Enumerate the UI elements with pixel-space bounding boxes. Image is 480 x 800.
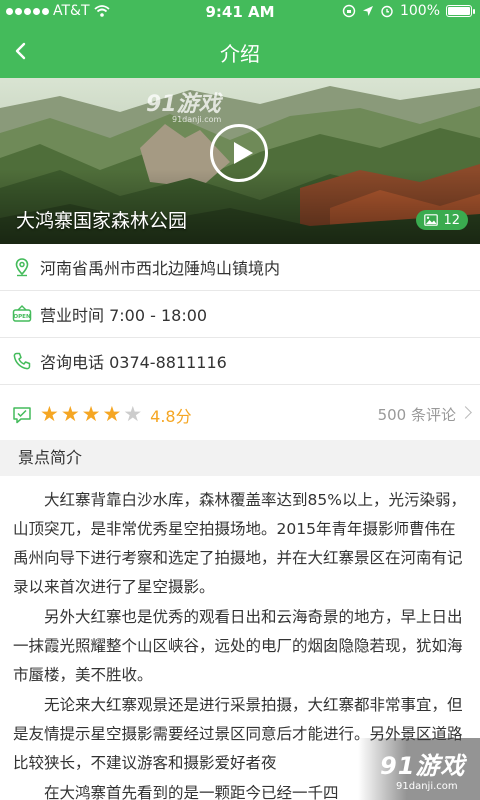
comment-icon [13,406,31,423]
star-icon: ★ [81,402,101,426]
location-pin-icon [15,258,29,277]
phone-icon [13,352,31,370]
hero-banner[interactable]: 91游戏 91danji.com 大鸿寨国家森林公园 12 [0,78,480,244]
play-video-button[interactable] [210,124,268,182]
phone-text: 咨询电话 0374-8811116 [40,353,227,372]
open-sign-icon: OPEN [12,305,32,322]
watermark-url: 91danji.com [172,115,222,124]
section-header: 景点简介 [0,440,480,476]
svg-text:OPEN: OPEN [13,314,31,320]
corner-logo-url: 91danji.com [396,781,458,792]
hours-row: OPEN 营业时间 7:00 - 18:00 [0,291,480,338]
hours-text: 营业时间 7:00 - 18:00 [40,306,208,325]
description-paragraph: 另外大红寨也是优秀的观看日出和云海奇景的地方，早上日出一抹霞光照耀整个山区峡谷，… [13,608,463,684]
corner-watermark-logo: 91游戏 91danji.com [358,738,480,800]
photo-count: 12 [443,212,460,228]
play-icon [234,142,253,164]
star-icon: ★ [40,402,59,426]
location-icon [362,6,373,16]
alarm-icon [381,5,393,18]
nav-bar: 介绍 [0,24,480,78]
description-paragraph: 大红寨背靠白沙水库，森林覆盖率达到85%以上，光污染弱，山顶突兀，是非常优秀星空… [13,491,466,596]
rating-row[interactable]: ★ ★ ★ ★ ★ 4.8分 500 条评论 [0,391,480,438]
star-rating: ★ ★ ★ ★ ★ [40,404,142,425]
page-title: 介绍 [220,42,260,66]
rotation-lock-icon [342,4,356,18]
battery-percent: 100% [399,3,440,19]
star-icon: ★ [123,402,143,426]
status-right: 100% [342,3,475,19]
battery-fill [448,7,470,15]
star-icon: ★ [102,402,122,426]
review-count[interactable]: 500 条评论 [378,404,456,425]
scenic-spot-title: 大鸿寨国家森林公园 [16,210,188,232]
image-icon [424,214,439,226]
corner-logo-text: 91游戏 [380,752,466,780]
address-text: 河南省禹州市西北边陲鸠山镇境内 [40,259,281,278]
star-icon: ★ [60,402,80,426]
watermark-text: 91游戏 [146,92,221,117]
status-bar: AT&T 9:41 AM 100% [0,0,480,24]
address-row[interactable]: 河南省禹州市西北边陲鸠山镇境内 [0,244,480,291]
battery-icon [446,5,475,17]
rating-score: 4.8分 [150,406,192,426]
photo-gallery-badge[interactable]: 12 [416,210,468,230]
chevron-right-icon [459,406,472,419]
phone-row[interactable]: 咨询电话 0374-8811116 [0,338,480,385]
watermark-logo: 91游戏 91danji.com [146,86,221,124]
